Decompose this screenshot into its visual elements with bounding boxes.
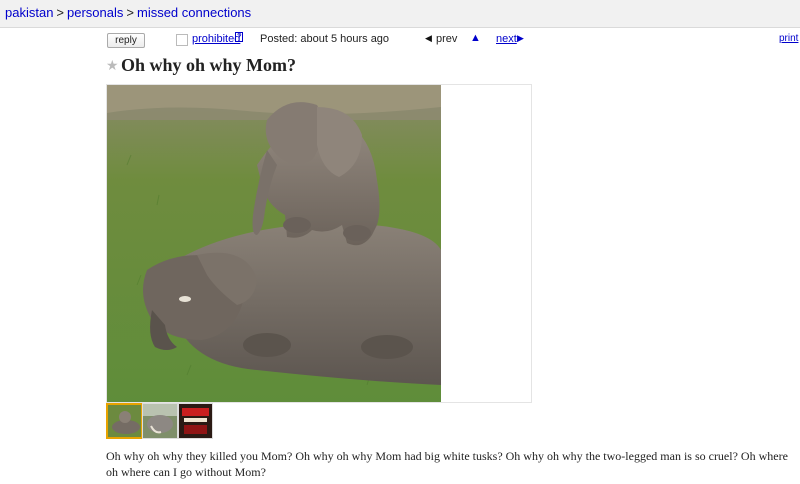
image-viewer [106, 84, 532, 403]
print-link[interactable]: print [779, 33, 798, 44]
next-link[interactable]: next [496, 33, 517, 45]
prev-arrow-icon[interactable]: ◀ [425, 33, 432, 44]
breadcrumb: pakistan > personals > missed connections [5, 5, 251, 20]
posted-time: Posted: about 5 hours ago [260, 33, 390, 45]
thumbnail-1[interactable] [106, 403, 143, 439]
prohibited-link[interactable]: prohibited [192, 33, 240, 45]
posting-title: Oh why oh why Mom? [121, 55, 297, 75]
main-image[interactable] [107, 85, 441, 402]
prohibited-checkbox[interactable] [176, 34, 188, 46]
favorite-star-icon[interactable]: ★ [106, 57, 119, 74]
breadcrumb-separator: > [126, 5, 134, 20]
breadcrumb-personals[interactable]: personals [67, 5, 123, 20]
breadcrumb-missed-connections[interactable]: missed connections [137, 5, 251, 20]
posting-action-bar: reply prohibited ? Posted: about 5 hours… [0, 32, 800, 50]
thumbnail-3[interactable] [178, 403, 213, 439]
next-arrow-icon[interactable]: ▶ [517, 33, 524, 44]
breadcrumb-pakistan[interactable]: pakistan [5, 5, 53, 20]
reply-button[interactable]: reply [107, 33, 145, 48]
up-arrow-icon[interactable]: ▲ [470, 32, 481, 44]
posting-body: Oh why oh why they killed you Mom? Oh wh… [106, 449, 788, 479]
prev-link[interactable]: prev [436, 33, 457, 45]
top-bar: pakistan > personals > missed connections [0, 0, 800, 28]
breadcrumb-separator: > [56, 5, 65, 20]
thumbnail-2[interactable] [142, 403, 178, 439]
prohibited-help-link[interactable]: ? [235, 32, 244, 42]
